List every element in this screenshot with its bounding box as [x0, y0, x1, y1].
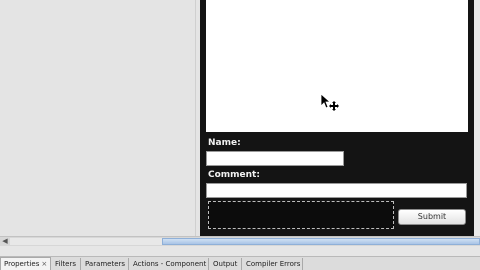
- stage-right-gutter: [474, 0, 480, 236]
- tab-label: Output: [213, 260, 238, 268]
- stage-divider: [195, 0, 196, 236]
- tab-filters[interactable]: Filters: [52, 258, 81, 270]
- tab-output[interactable]: Output: [210, 258, 242, 270]
- move-cursor-icon: [320, 93, 339, 111]
- tab-label: Filters: [55, 260, 76, 268]
- comment-label: Comment:: [208, 170, 260, 180]
- close-icon[interactable]: ×: [41, 260, 47, 268]
- bottom-panel-tabs: Properties × Filters Parameters Actions -…: [0, 256, 480, 270]
- tab-label: Parameters: [85, 260, 126, 268]
- horizontal-scrollbar[interactable]: ◀: [0, 236, 480, 246]
- scroll-left-arrow-icon[interactable]: ◀: [1, 237, 9, 246]
- stage-background: [0, 0, 200, 236]
- scroll-track[interactable]: [10, 238, 162, 245]
- tab-compiler-errors[interactable]: Compiler Errors: [243, 258, 303, 270]
- tab-actions-component[interactable]: Actions - Component: [130, 258, 209, 270]
- panel-divider: [0, 246, 480, 256]
- name-field[interactable]: [206, 151, 344, 166]
- tab-label: Actions - Component: [133, 260, 207, 268]
- scroll-thumb[interactable]: [162, 238, 480, 245]
- tab-label: Properties: [4, 260, 40, 268]
- tab-label: Compiler Errors: [246, 260, 301, 268]
- selected-component-box[interactable]: [208, 201, 394, 229]
- submit-button[interactable]: Submit: [398, 209, 466, 225]
- comment-field[interactable]: [206, 183, 467, 198]
- display-area: [206, 0, 468, 132]
- tab-parameters[interactable]: Parameters: [82, 258, 129, 270]
- name-label: Name:: [208, 138, 241, 148]
- tab-properties[interactable]: Properties ×: [0, 257, 51, 270]
